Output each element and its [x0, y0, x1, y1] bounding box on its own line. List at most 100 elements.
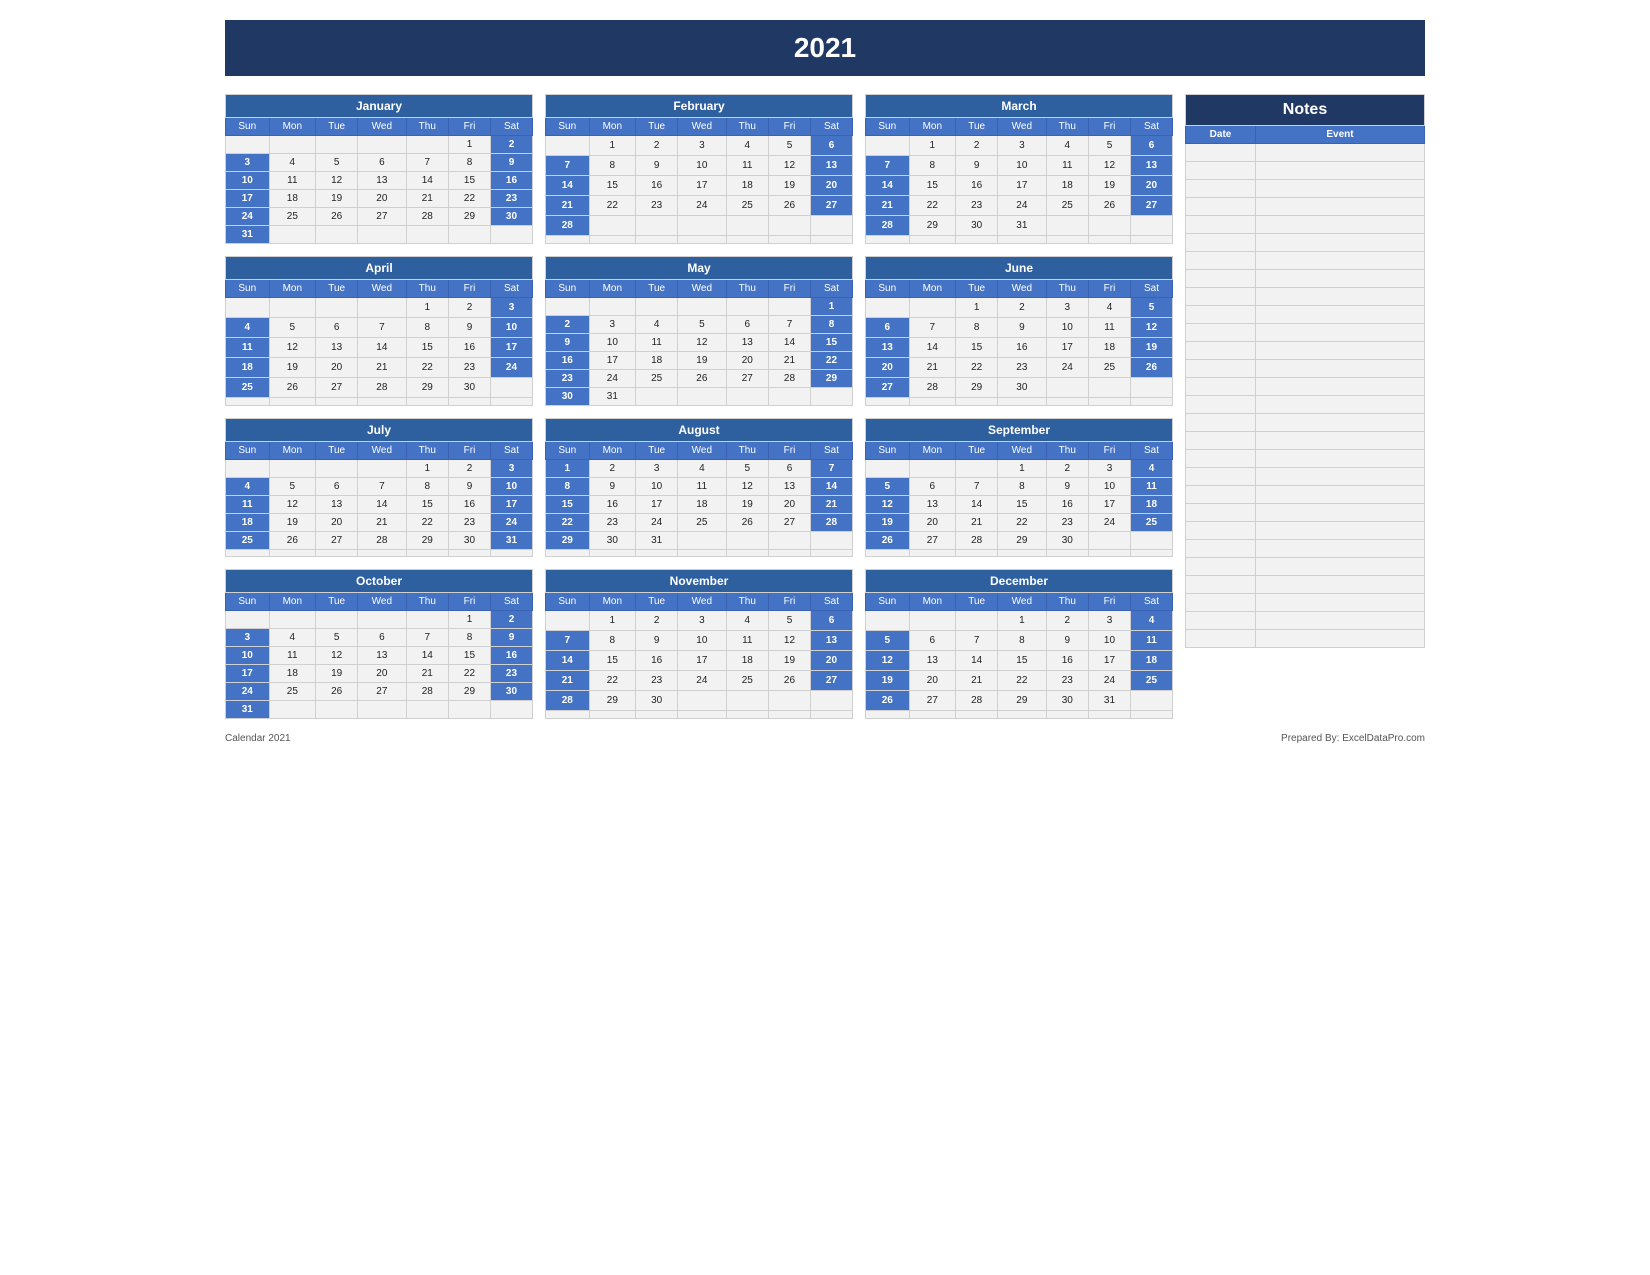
notes-date-cell[interactable]	[1186, 594, 1256, 612]
notes-date-cell[interactable]	[1186, 414, 1256, 432]
notes-event-cell[interactable]	[1256, 414, 1425, 432]
notes-date-cell[interactable]	[1186, 540, 1256, 558]
day-cell: 22	[909, 196, 956, 216]
day-cell: 2	[490, 136, 532, 154]
notes-date-cell[interactable]	[1186, 234, 1256, 252]
day-header-sun: Sun	[546, 593, 590, 611]
notes-date-cell[interactable]	[1186, 468, 1256, 486]
notes-date-cell[interactable]	[1186, 630, 1256, 648]
notes-date-cell[interactable]	[1186, 252, 1256, 270]
day-header-fri: Fri	[1089, 118, 1131, 136]
notes-date-cell[interactable]	[1186, 198, 1256, 216]
notes-date-cell[interactable]	[1186, 144, 1256, 162]
day-cell: 14	[406, 172, 448, 190]
day-cell	[726, 711, 768, 719]
day-cell	[316, 398, 358, 406]
notes-date-cell[interactable]	[1186, 450, 1256, 468]
day-cell: 15	[589, 651, 636, 671]
day-cell: 16	[449, 338, 491, 358]
day-cell: 17	[678, 176, 726, 196]
notes-section: Notes Date Event	[1185, 94, 1425, 719]
notes-event-cell[interactable]	[1256, 504, 1425, 522]
notes-date-cell[interactable]	[1186, 360, 1256, 378]
notes-date-cell[interactable]	[1186, 612, 1256, 630]
day-header-sun: Sun	[866, 593, 910, 611]
day-cell: 11	[269, 647, 316, 665]
day-cell	[678, 550, 726, 557]
notes-event-cell[interactable]	[1256, 558, 1425, 576]
day-cell	[490, 378, 532, 398]
notes-event-cell[interactable]	[1256, 612, 1425, 630]
notes-date-cell[interactable]	[1186, 432, 1256, 450]
day-cell: 28	[546, 691, 590, 711]
notes-date-cell[interactable]	[1186, 342, 1256, 360]
notes-event-cell[interactable]	[1256, 360, 1425, 378]
notes-date-cell[interactable]	[1186, 504, 1256, 522]
notes-event-cell[interactable]	[1256, 432, 1425, 450]
day-cell	[866, 236, 910, 244]
notes-event-cell[interactable]	[1256, 198, 1425, 216]
day-cell: 21	[769, 352, 811, 370]
day-cell: 1	[998, 460, 1046, 478]
notes-date-cell[interactable]	[1186, 558, 1256, 576]
notes-event-cell[interactable]	[1256, 252, 1425, 270]
day-cell	[226, 298, 270, 318]
day-cell	[810, 236, 852, 244]
day-header-thu: Thu	[406, 442, 448, 460]
day-header-sat: Sat	[490, 118, 532, 136]
notes-event-cell[interactable]	[1256, 630, 1425, 648]
notes-date-cell[interactable]	[1186, 378, 1256, 396]
day-cell: 20	[358, 190, 406, 208]
day-cell: 13	[909, 651, 956, 671]
notes-event-cell[interactable]	[1256, 396, 1425, 414]
day-cell: 11	[1046, 156, 1088, 176]
day-cell	[636, 550, 678, 557]
notes-event-cell[interactable]	[1256, 180, 1425, 198]
day-cell: 16	[998, 338, 1046, 358]
notes-date-cell[interactable]	[1186, 522, 1256, 540]
footer-left: Calendar 2021	[225, 733, 291, 744]
notes-event-cell[interactable]	[1256, 540, 1425, 558]
day-cell: 24	[1089, 671, 1131, 691]
notes-date-cell[interactable]	[1186, 162, 1256, 180]
notes-event-cell[interactable]	[1256, 342, 1425, 360]
day-cell: 24	[589, 370, 636, 388]
notes-event-cell[interactable]	[1256, 468, 1425, 486]
notes-event-cell[interactable]	[1256, 144, 1425, 162]
notes-event-cell[interactable]	[1256, 270, 1425, 288]
day-cell: 7	[769, 316, 811, 334]
notes-event-cell[interactable]	[1256, 450, 1425, 468]
notes-event-cell[interactable]	[1256, 324, 1425, 342]
notes-event-cell[interactable]	[1256, 594, 1425, 612]
day-header-fri: Fri	[449, 280, 491, 298]
notes-date-cell[interactable]	[1186, 306, 1256, 324]
notes-event-cell[interactable]	[1256, 378, 1425, 396]
day-header-thu: Thu	[1046, 118, 1088, 136]
day-cell: 26	[769, 671, 811, 691]
notes-event-cell[interactable]	[1256, 162, 1425, 180]
notes-date-cell[interactable]	[1186, 396, 1256, 414]
notes-event-cell[interactable]	[1256, 306, 1425, 324]
day-header-thu: Thu	[406, 280, 448, 298]
day-cell: 1	[449, 136, 491, 154]
day-header-tue: Tue	[316, 118, 358, 136]
notes-date-cell[interactable]	[1186, 576, 1256, 594]
notes-event-cell[interactable]	[1256, 522, 1425, 540]
day-cell	[1130, 550, 1172, 557]
day-cell: 29	[449, 208, 491, 226]
notes-event-cell[interactable]	[1256, 288, 1425, 306]
notes-date-cell[interactable]	[1186, 216, 1256, 234]
day-cell: 27	[810, 196, 852, 216]
notes-event-cell[interactable]	[1256, 576, 1425, 594]
notes-date-cell[interactable]	[1186, 324, 1256, 342]
calendar-august: AugustSunMonTueWedThuFriSat1234567891011…	[545, 418, 853, 557]
notes-date-cell[interactable]	[1186, 270, 1256, 288]
notes-date-cell[interactable]	[1186, 180, 1256, 198]
notes-date-cell[interactable]	[1186, 486, 1256, 504]
calendar-january: JanuarySunMonTueWedThuFriSat123456789101…	[225, 94, 533, 244]
notes-event-cell[interactable]	[1256, 216, 1425, 234]
day-cell: 18	[726, 651, 768, 671]
notes-event-cell[interactable]	[1256, 486, 1425, 504]
notes-event-cell[interactable]	[1256, 234, 1425, 252]
notes-date-cell[interactable]	[1186, 288, 1256, 306]
